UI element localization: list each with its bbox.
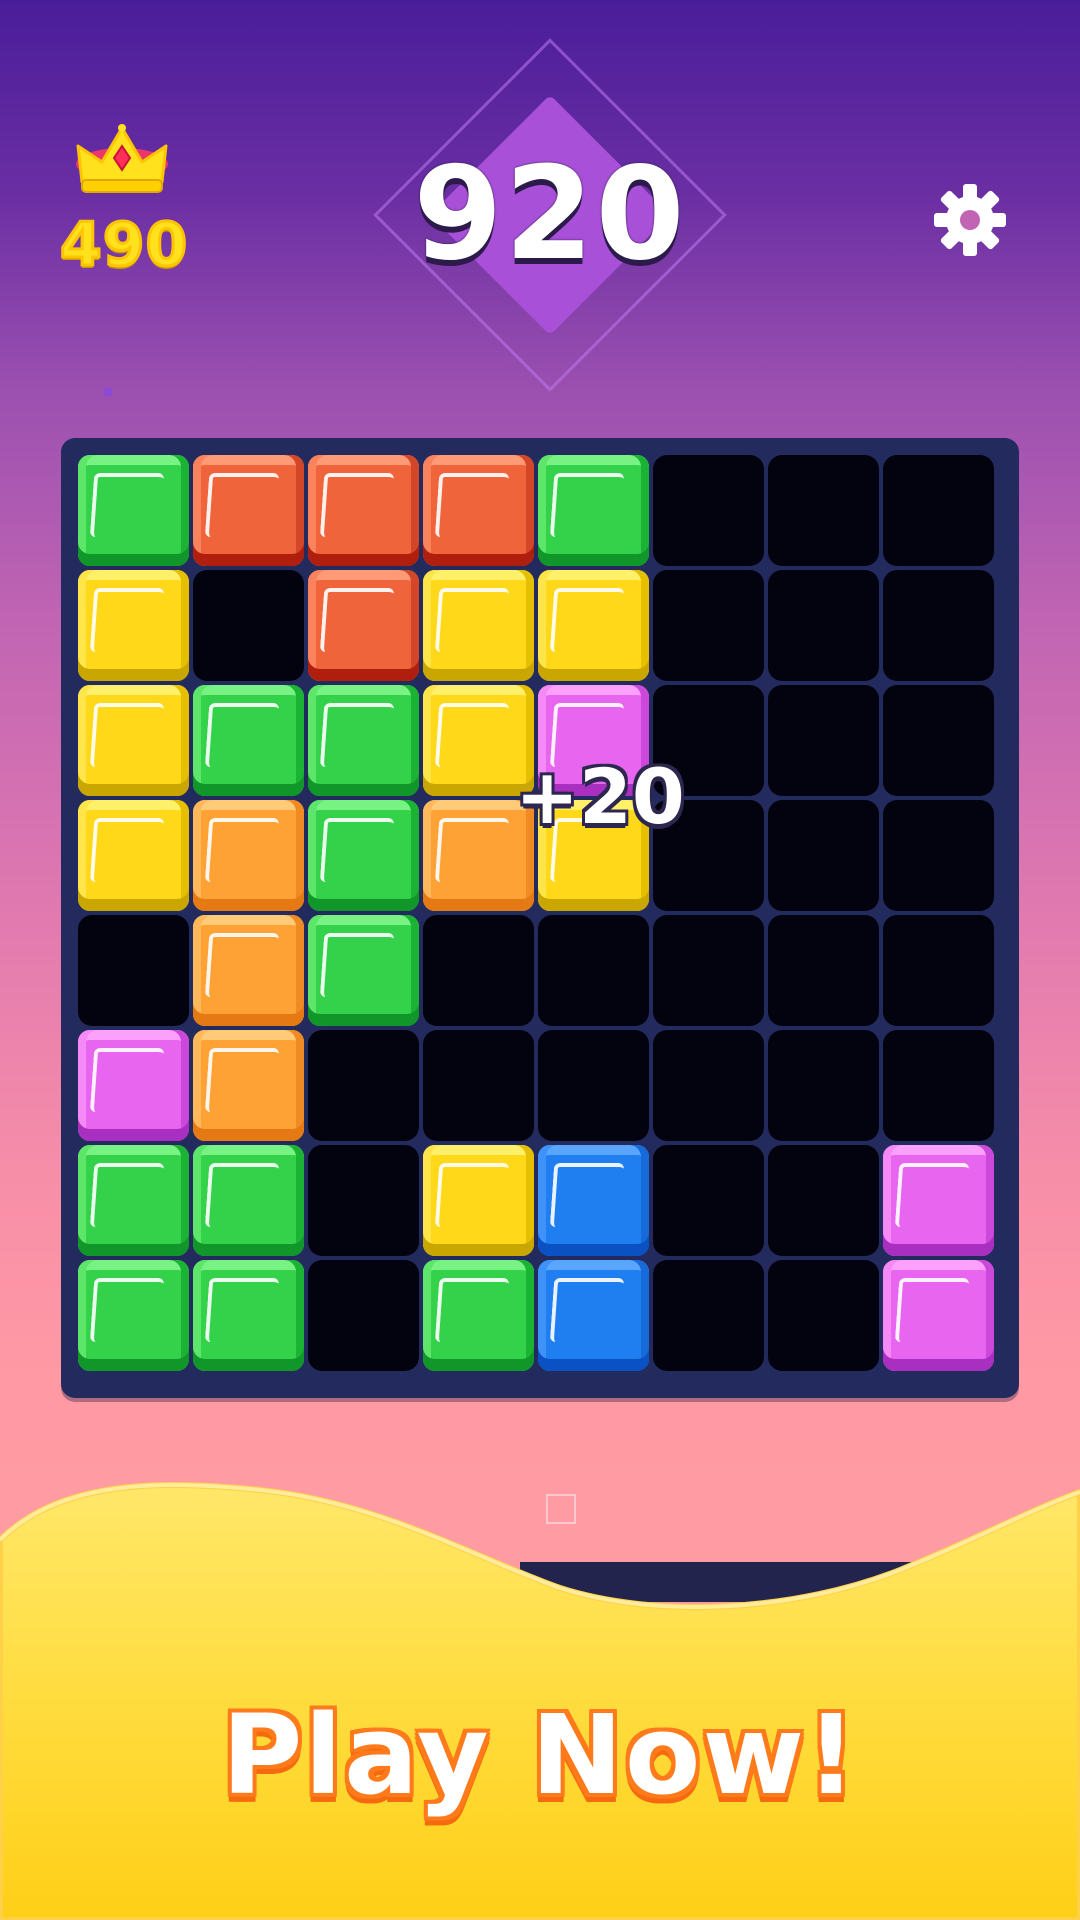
empty-cell[interactable] xyxy=(768,1030,879,1141)
amber-block xyxy=(193,800,304,911)
empty-cell[interactable] xyxy=(653,1260,764,1371)
empty-cell[interactable] xyxy=(768,570,879,681)
green-block xyxy=(193,685,304,796)
yellow-block xyxy=(423,1145,534,1256)
green-block xyxy=(538,455,649,566)
yellow-block xyxy=(78,685,189,796)
empty-cell[interactable] xyxy=(308,1145,419,1256)
game-board xyxy=(61,438,1019,1398)
green-block xyxy=(78,455,189,566)
blue-block xyxy=(538,1145,649,1256)
empty-cell[interactable] xyxy=(423,1030,534,1141)
empty-cell[interactable] xyxy=(423,915,534,1026)
empty-cell[interactable] xyxy=(883,800,994,911)
empty-cell[interactable] xyxy=(883,570,994,681)
play-now-button[interactable]: Play Now! xyxy=(200,1680,880,1830)
crown-icon xyxy=(76,124,168,193)
empty-cell[interactable] xyxy=(193,570,304,681)
best-score-value: 490 xyxy=(59,209,189,282)
empty-cell[interactable] xyxy=(653,1145,764,1256)
empty-cell[interactable] xyxy=(883,915,994,1026)
blue-block xyxy=(538,1260,649,1371)
orange-block xyxy=(193,455,304,566)
yellow-block xyxy=(423,570,534,681)
empty-cell[interactable] xyxy=(538,1030,649,1141)
empty-cell[interactable] xyxy=(768,455,879,566)
empty-cell[interactable] xyxy=(768,800,879,911)
gear-icon[interactable] xyxy=(930,180,1010,260)
empty-cell[interactable] xyxy=(653,1030,764,1141)
current-score: 920 xyxy=(413,140,687,289)
best-score-panel: 490 xyxy=(59,120,189,282)
yellow-block xyxy=(78,800,189,911)
yellow-block xyxy=(78,570,189,681)
amber-block xyxy=(193,915,304,1026)
green-block xyxy=(78,1260,189,1371)
empty-cell[interactable] xyxy=(653,915,764,1026)
empty-cell[interactable] xyxy=(308,1260,419,1371)
pink-block xyxy=(883,1145,994,1256)
empty-cell[interactable] xyxy=(538,915,649,1026)
empty-cell[interactable] xyxy=(768,1260,879,1371)
orange-block xyxy=(308,570,419,681)
green-block xyxy=(308,800,419,911)
pink-block xyxy=(78,1030,189,1141)
empty-cell[interactable] xyxy=(883,685,994,796)
green-block xyxy=(308,915,419,1026)
empty-cell[interactable] xyxy=(883,1030,994,1141)
yellow-block xyxy=(538,570,649,681)
pink-block xyxy=(883,1260,994,1371)
sparkle-decoration xyxy=(104,388,112,396)
empty-cell[interactable] xyxy=(768,685,879,796)
green-block xyxy=(308,685,419,796)
empty-cell[interactable] xyxy=(653,455,764,566)
green-block xyxy=(193,1145,304,1256)
empty-cell[interactable] xyxy=(308,1030,419,1141)
empty-cell[interactable] xyxy=(78,915,189,1026)
orange-block xyxy=(423,455,534,566)
empty-cell[interactable] xyxy=(768,915,879,1026)
empty-cell[interactable] xyxy=(653,570,764,681)
board-grid xyxy=(78,455,1002,1379)
combo-score-popup: +20 xyxy=(515,752,685,841)
empty-cell[interactable] xyxy=(883,455,994,566)
amber-block xyxy=(193,1030,304,1141)
orange-block xyxy=(308,455,419,566)
green-block xyxy=(78,1145,189,1256)
green-block xyxy=(193,1260,304,1371)
green-block xyxy=(423,1260,534,1371)
empty-cell[interactable] xyxy=(768,1145,879,1256)
